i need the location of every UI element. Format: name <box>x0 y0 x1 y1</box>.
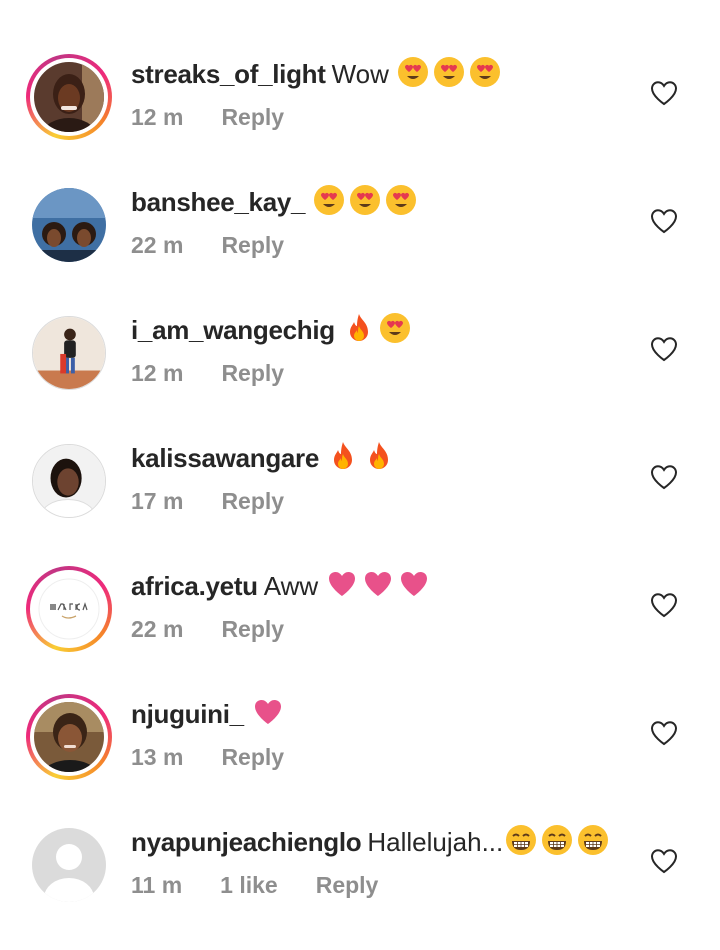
comment-text: nyapunjeachienglo Hallelujah... <box>131 824 609 860</box>
comment-text: africa.yetu Aww <box>131 568 430 604</box>
emoji-group <box>313 184 417 216</box>
username-link[interactable]: kalissawangare <box>131 443 319 473</box>
avatar[interactable] <box>34 62 104 132</box>
emoji-group <box>505 824 609 856</box>
timestamp: 11 m <box>131 872 183 898</box>
avatar[interactable] <box>34 574 104 644</box>
fire-emoji <box>363 440 395 472</box>
emoji-group <box>326 568 430 600</box>
like-heart-icon[interactable] <box>650 720 678 746</box>
comment-row: africa.yetu Aww 22 m Reply <box>0 566 720 694</box>
like-heart-icon[interactable] <box>650 592 678 618</box>
pink-heart-emoji <box>362 568 394 600</box>
heart-eyes-emoji <box>433 56 465 88</box>
avatar[interactable] <box>32 444 106 518</box>
heart-eyes-emoji <box>313 184 345 216</box>
reply-button[interactable]: Reply <box>221 232 284 258</box>
comment-text: i_am_wangechig <box>131 312 411 348</box>
like-heart-icon[interactable] <box>650 208 678 234</box>
reply-button[interactable]: Reply <box>221 488 284 514</box>
username-link[interactable]: streaks_of_light <box>131 59 326 89</box>
timestamp: 12 m <box>131 104 184 130</box>
heart-eyes-emoji <box>379 312 411 344</box>
timestamp: 22 m <box>131 232 184 258</box>
comment-row: nyapunjeachienglo Hallelujah... 11 m 1 lik… <box>0 822 720 950</box>
like-heart-icon[interactable] <box>650 848 678 874</box>
avatar-wrap[interactable] <box>26 310 112 396</box>
comment-text: streaks_of_light Wow <box>131 56 501 92</box>
like-heart-icon[interactable] <box>650 336 678 362</box>
username-link[interactable]: i_am_wangechig <box>131 315 335 345</box>
username-link[interactable]: njuguini_ <box>131 699 244 729</box>
grin-emoji <box>577 824 609 856</box>
comment-row: streaks_of_light Wow 12 m Reply <box>0 54 720 182</box>
reply-button[interactable]: Reply <box>221 104 284 130</box>
pink-heart-emoji <box>252 696 284 728</box>
comment-text: njuguini_ <box>131 696 284 732</box>
avatar[interactable] <box>32 188 106 262</box>
like-heart-icon[interactable] <box>650 80 678 106</box>
avatar-story-ring[interactable] <box>26 54 112 140</box>
comments-list: streaks_of_light Wow 12 m Reply banshee_ka… <box>0 0 720 914</box>
comment-meta: 17 m Reply <box>131 486 322 516</box>
comment-row: i_am_wangechig 12 m Reply <box>0 310 720 438</box>
timestamp: 12 m <box>131 360 184 386</box>
avatar-wrap[interactable] <box>26 438 112 524</box>
avatar-story-ring[interactable] <box>26 566 112 652</box>
comment-body: Hallelujah... <box>367 827 504 857</box>
avatar[interactable] <box>32 316 106 390</box>
emoji-group <box>252 696 284 728</box>
avatar-wrap[interactable] <box>26 822 112 908</box>
comment-text: banshee_kay_ <box>131 184 417 220</box>
username-link[interactable]: banshee_kay_ <box>131 187 305 217</box>
comment-meta: 11 m 1 like Reply <box>131 870 416 900</box>
fire-emoji <box>327 440 359 472</box>
reply-button[interactable]: Reply <box>316 872 379 898</box>
heart-eyes-emoji <box>397 56 429 88</box>
comment-meta: 22 m Reply <box>131 230 322 260</box>
grin-emoji <box>541 824 573 856</box>
like-heart-icon[interactable] <box>650 464 678 490</box>
pink-heart-emoji <box>326 568 358 600</box>
emoji-group <box>327 440 395 472</box>
comment-meta: 12 m Reply <box>131 358 322 388</box>
comment-meta: 22 m Reply <box>131 614 322 644</box>
pink-heart-emoji <box>398 568 430 600</box>
grin-emoji <box>505 824 537 856</box>
comment-body: Wow <box>331 59 389 89</box>
reply-button[interactable]: Reply <box>221 616 284 642</box>
timestamp: 17 m <box>131 488 184 514</box>
heart-eyes-emoji <box>385 184 417 216</box>
heart-eyes-emoji <box>469 56 501 88</box>
comment-text: kalissawangare <box>131 440 395 476</box>
username-link[interactable]: africa.yetu <box>131 571 258 601</box>
timestamp: 22 m <box>131 616 184 642</box>
comment-body: Aww <box>263 571 319 601</box>
comment-row: banshee_kay_ 22 m Reply <box>0 182 720 310</box>
default-avatar-icon[interactable] <box>32 828 106 902</box>
avatar[interactable] <box>34 702 104 772</box>
fire-emoji <box>343 312 375 344</box>
emoji-group <box>343 312 411 344</box>
comment-meta: 13 m Reply <box>131 742 322 772</box>
reply-button[interactable]: Reply <box>221 360 284 386</box>
likes-count[interactable]: 1 like <box>220 872 278 898</box>
timestamp: 13 m <box>131 744 184 770</box>
comment-meta: 12 m Reply <box>131 102 322 132</box>
reply-button[interactable]: Reply <box>221 744 284 770</box>
username-link[interactable]: nyapunjeachienglo <box>131 827 362 857</box>
avatar-wrap[interactable] <box>26 182 112 268</box>
comment-row: kalissawangare 17 m Reply <box>0 438 720 566</box>
comment-row: njuguini_ 13 m Reply <box>0 694 720 822</box>
emoji-group <box>397 56 501 88</box>
avatar-story-ring[interactable] <box>26 694 112 780</box>
heart-eyes-emoji <box>349 184 381 216</box>
